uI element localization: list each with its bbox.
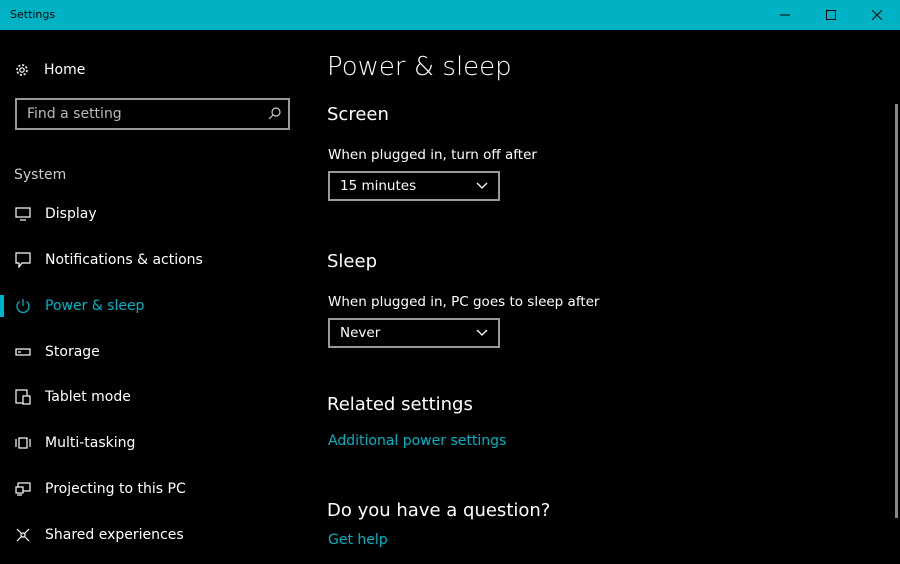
gear-icon <box>14 62 30 78</box>
title-bar: Settings <box>0 0 900 30</box>
sidebar-item-label: Projecting to this PC <box>45 481 186 497</box>
selection-marker <box>0 295 4 317</box>
search-input[interactable] <box>17 100 257 128</box>
notifications-icon <box>14 251 32 269</box>
storage-icon <box>14 343 32 361</box>
related-settings-heading: Related settings <box>327 394 473 415</box>
search-icon[interactable] <box>266 106 282 122</box>
screen-timeout-label: When plugged in, turn off after <box>328 147 537 163</box>
sidebar-item-tablet-mode[interactable]: Tablet mode <box>0 377 305 417</box>
screen-timeout-dropdown[interactable]: 15 minutes <box>328 171 500 201</box>
sidebar-item-label: Notifications & actions <box>45 252 203 268</box>
maximize-button[interactable] <box>808 0 854 30</box>
scrollbar[interactable] <box>895 104 898 518</box>
display-icon <box>14 205 32 223</box>
shared-experiences-icon <box>14 526 32 544</box>
sidebar-item-label: Storage <box>45 344 100 360</box>
sidebar-item-label: Tablet mode <box>45 389 131 405</box>
tablet-mode-icon <box>14 388 32 406</box>
additional-power-settings-link[interactable]: Additional power settings <box>328 433 506 449</box>
question-heading: Do you have a question? <box>327 500 551 521</box>
projecting-icon <box>14 480 32 498</box>
screen-heading: Screen <box>327 104 389 125</box>
sidebar-item-display[interactable]: Display <box>0 194 305 234</box>
close-button[interactable] <box>854 0 900 30</box>
sidebar-item-label: Multi-tasking <box>45 435 136 451</box>
sleep-timeout-dropdown[interactable]: Never <box>328 318 500 348</box>
close-icon <box>872 10 882 20</box>
section-label-system: System <box>14 167 67 183</box>
sidebar-item-projecting[interactable]: Projecting to this PC <box>0 469 305 509</box>
main-content: Power & sleep Screen When plugged in, tu… <box>305 30 890 564</box>
sidebar-item-multitasking[interactable]: Multi-tasking <box>0 423 305 463</box>
sidebar-item-label: Shared experiences <box>45 527 184 543</box>
chevron-down-icon <box>476 329 488 336</box>
get-help-link[interactable]: Get help <box>328 532 388 548</box>
dropdown-value: 15 minutes <box>340 178 417 194</box>
search-box[interactable] <box>15 98 290 130</box>
sidebar-item-label: Power & sleep <box>45 298 145 314</box>
multitasking-icon <box>14 434 32 452</box>
power-icon <box>14 297 32 315</box>
page-title: Power & sleep <box>327 52 512 82</box>
dropdown-value: Never <box>340 325 381 341</box>
sidebar-item-label: Display <box>45 206 97 222</box>
sleep-timeout-label: When plugged in, PC goes to sleep after <box>328 294 600 310</box>
home-label: Home <box>44 62 86 78</box>
minimize-button[interactable] <box>762 0 808 30</box>
sidebar: Home System Display Notifications & acti… <box>0 30 305 564</box>
chevron-down-icon <box>476 182 488 189</box>
sleep-heading: Sleep <box>327 251 378 272</box>
sidebar-item-notifications[interactable]: Notifications & actions <box>0 240 305 280</box>
sidebar-item-shared-experiences[interactable]: Shared experiences <box>0 515 305 555</box>
sidebar-item-storage[interactable]: Storage <box>0 332 305 372</box>
maximize-icon <box>826 10 836 20</box>
sidebar-item-power-sleep[interactable]: Power & sleep <box>0 286 305 326</box>
minimize-icon <box>780 14 790 16</box>
window-title: Settings <box>10 8 56 21</box>
home-nav-item[interactable]: Home <box>14 60 85 80</box>
